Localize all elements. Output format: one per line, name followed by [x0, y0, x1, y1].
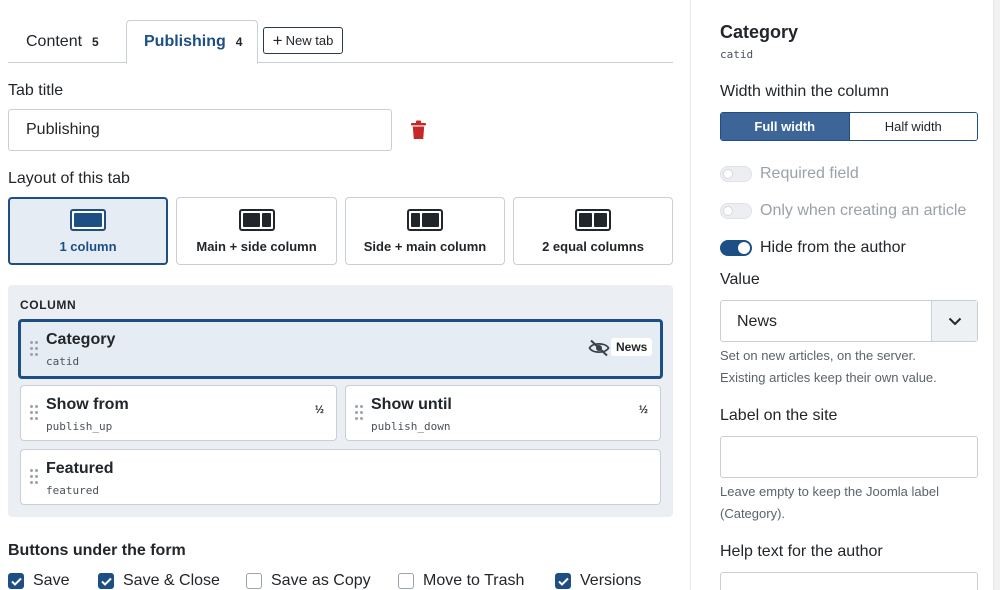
checkbox-label: Save [33, 572, 70, 589]
field-card-featured[interactable]: Featured featured [20, 449, 661, 505]
drag-handle-icon[interactable] [30, 469, 38, 485]
column-panel: COLUMN Category catid News Show from pub… [8, 285, 673, 517]
checkbox-save[interactable]: Save [8, 570, 69, 590]
site-label-label: Label on the site [720, 407, 838, 424]
drag-handle-icon[interactable] [30, 405, 38, 421]
checkbox-checked-icon [98, 573, 114, 589]
field-title: Featured [46, 460, 114, 477]
layout-option-main-side[interactable]: Main + side column [176, 197, 337, 265]
layout-option-label: Side + main column [363, 238, 487, 254]
layout-option-1-column[interactable]: 1 column [8, 197, 168, 265]
tab-bar: Content 5 Publishing 4 + New tab [8, 20, 673, 64]
field-card-show-until[interactable]: Show until publish_down ½ [345, 385, 661, 441]
layout-option-label: 1 column [59, 238, 117, 254]
toggle-label: Required field [760, 165, 859, 182]
half-width-button[interactable]: Half width [848, 113, 977, 140]
layout-label: Layout of this tab [8, 170, 130, 187]
layout-option-label: Main + side column [196, 238, 317, 254]
site-label-input[interactable] [720, 436, 978, 478]
tab-content-count: 5 [92, 34, 99, 49]
main-side-column-icon [238, 208, 275, 231]
layout-option-side-main[interactable]: Side + main column [345, 197, 505, 265]
sidebar-title: Category [720, 22, 799, 42]
two-equal-columns-icon [575, 208, 611, 231]
field-card-show-from[interactable]: Show from publish_up ½ [20, 385, 337, 441]
checkbox-checked-icon [555, 573, 571, 589]
tab-title-input[interactable]: Publishing [8, 109, 392, 151]
half-width-badge: ½ [638, 404, 648, 416]
checkbox-label: Move to Trash [423, 572, 525, 589]
field-title: Show until [371, 396, 452, 413]
tab-publishing-label: Publishing [144, 33, 226, 50]
sidebar-field-code: catid [720, 48, 754, 61]
checkbox-move-to-trash[interactable]: Move to Trash [398, 570, 524, 590]
value-help-text: Set on new articles, on the server. Exis… [720, 345, 985, 389]
sidebar-divider [690, 0, 691, 590]
checkbox-save-as-copy[interactable]: Save as Copy [246, 570, 371, 590]
field-title: Show from [46, 396, 129, 413]
scrollbar-track[interactable] [993, 0, 1000, 590]
width-segmented-control: Full width Half width [720, 112, 978, 141]
checkbox-unchecked-icon [246, 573, 262, 589]
drag-handle-icon[interactable] [30, 341, 38, 357]
value-label: Value [720, 271, 760, 288]
field-title: Category [46, 331, 116, 348]
help-text-input[interactable] [720, 572, 978, 590]
toggle-switch[interactable] [720, 166, 752, 182]
tab-publishing-count: 4 [235, 35, 243, 49]
toggle-switch[interactable] [720, 240, 752, 256]
field-code: featured [46, 484, 99, 497]
value-help-line-2: Existing articles keep their own value. [720, 370, 937, 385]
new-tab-label: New tab [285, 33, 334, 48]
new-tab-button[interactable]: + New tab [263, 27, 343, 54]
checkbox-label: Versions [580, 572, 642, 589]
half-width-badge: ½ [314, 404, 324, 416]
layout-option-2-equal[interactable]: 2 equal columns [513, 197, 673, 265]
toggle-only-when-creating[interactable]: Only when creating an article [720, 201, 966, 221]
tab-title-value: Publishing [26, 121, 100, 138]
value-help-line-1: Set on new articles, on the server. [720, 348, 916, 363]
checkbox-save-close[interactable]: Save & Close [98, 570, 220, 590]
help-text-label: Help text for the author [720, 543, 883, 560]
full-width-button[interactable]: Full width [721, 113, 849, 140]
toggle-label: Hide from the author [760, 239, 906, 256]
drag-handle-icon[interactable] [355, 405, 363, 421]
checkbox-versions[interactable]: Versions [555, 570, 641, 590]
tab-content[interactable]: Content 5 [8, 20, 125, 63]
tab-publishing[interactable]: Publishing 4 [126, 20, 258, 64]
field-code: publish_down [371, 420, 451, 433]
eye-off-icon [588, 339, 610, 357]
form-buttons-heading: Buttons under the form [8, 542, 186, 559]
layout-option-label: 2 equal columns [542, 238, 644, 254]
width-label: Width within the column [720, 83, 889, 100]
toggle-hide-from-author[interactable]: Hide from the author [720, 238, 906, 258]
plus-icon: + [272, 31, 283, 50]
one-column-icon [70, 208, 106, 231]
toggle-switch[interactable] [720, 203, 752, 219]
checkbox-unchecked-icon [398, 573, 414, 589]
value-select-current: News [737, 313, 778, 330]
field-code: catid [46, 355, 80, 368]
trash-icon[interactable] [410, 120, 427, 140]
site-label-help-text: Leave empty to keep the Joomla label (Ca… [720, 481, 985, 525]
tab-title-label: Tab title [8, 82, 64, 99]
site-help-line-2: (Category). [720, 506, 786, 521]
tab-content-label: Content [26, 32, 83, 50]
value-select[interactable]: News [720, 300, 978, 342]
checkbox-label: Save as Copy [271, 572, 371, 589]
checkbox-label: Save & Close [123, 572, 220, 589]
side-main-column-icon [407, 208, 443, 231]
column-heading: COLUMN [20, 298, 77, 312]
site-help-line-1: Leave empty to keep the Joomla label [720, 484, 939, 499]
toggle-required-field[interactable]: Required field [720, 164, 859, 184]
field-card-category[interactable]: Category catid News [18, 319, 663, 379]
value-badge: News [611, 338, 653, 356]
chevron-down-icon[interactable] [931, 301, 977, 341]
checkbox-checked-icon [8, 573, 24, 589]
toggle-label: Only when creating an article [760, 202, 967, 219]
field-code: publish_up [46, 420, 113, 433]
